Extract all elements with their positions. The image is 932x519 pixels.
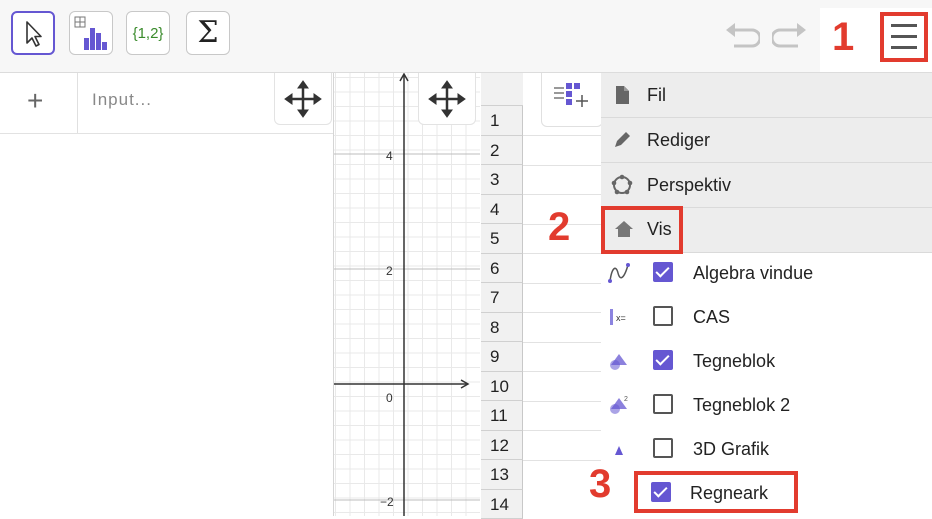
undo-icon[interactable]: [724, 22, 760, 50]
svg-text:2: 2: [624, 396, 628, 403]
y-axis-label: 0: [386, 391, 393, 405]
view-option-graphics-2[interactable]: 2 Tegneblok 2: [601, 383, 932, 427]
menu-item-label: Perspektiv: [647, 175, 731, 196]
algebra-view-icon: [607, 261, 631, 285]
move-tool-button[interactable]: [11, 11, 55, 55]
algebra-move-view-button[interactable]: [274, 73, 332, 125]
checkbox-checked[interactable]: [653, 350, 673, 370]
menu-item-label: Vis: [647, 219, 672, 240]
algebra-input-field[interactable]: Input...: [92, 90, 152, 110]
3d-graphics-icon: [607, 437, 631, 461]
perspective-icon: [611, 174, 633, 196]
row-header[interactable]: 5: [481, 224, 523, 254]
row-header[interactable]: 10: [481, 372, 523, 402]
view-option-label: Tegneblok: [693, 351, 775, 372]
list-tool-button[interactable]: {1,2}: [126, 11, 170, 55]
spreadsheet-style-button[interactable]: [541, 73, 603, 127]
menu-item-file[interactable]: Fil: [601, 73, 932, 118]
pencil-icon: [611, 129, 633, 151]
view-option-label: Tegneblok 2: [693, 395, 790, 416]
add-item-button[interactable]: +: [27, 85, 43, 117]
move-arrows-icon: [275, 77, 331, 121]
y-axis-label: 2: [386, 264, 393, 278]
bar-chart-icon: [70, 12, 112, 54]
checkbox-unchecked[interactable]: [653, 438, 673, 458]
view-option-algebra[interactable]: Algebra vindue: [601, 251, 932, 295]
row-header[interactable]: 9: [481, 342, 523, 372]
cas-view-icon: x=: [607, 305, 631, 329]
move-arrows-icon: [419, 77, 475, 121]
file-icon: [611, 84, 633, 106]
redo-icon[interactable]: [772, 22, 808, 50]
checkbox-checked[interactable]: [653, 262, 673, 282]
row-header[interactable]: 1: [481, 106, 523, 136]
checkbox-unchecked[interactable]: [653, 306, 673, 326]
row-header[interactable]: 13: [481, 460, 523, 490]
y-axis-label: −2: [380, 495, 394, 509]
hamburger-menu-button[interactable]: [880, 12, 928, 62]
view-option-spreadsheet[interactable]: Regneark: [634, 471, 798, 513]
view-option-label: 3D Grafik: [693, 439, 769, 460]
row-header[interactable]: 7: [481, 283, 523, 313]
view-option-3d-graphics[interactable]: 3D Grafik: [601, 427, 932, 471]
menu-item-edit[interactable]: Rediger: [601, 118, 932, 163]
row-header[interactable]: 2: [481, 136, 523, 166]
row-header[interactable]: 3: [481, 165, 523, 195]
home-icon: [613, 218, 635, 240]
cursor-arrow-icon: [13, 13, 53, 53]
menu-item-label: Rediger: [647, 130, 710, 151]
checkbox-unchecked[interactable]: [653, 394, 673, 414]
graphics-view-icon: [607, 349, 631, 373]
spreadsheet-corner-cell: [481, 73, 523, 106]
sum-tool-label: Σ: [187, 15, 229, 50]
graphics2-view-icon: 2: [607, 393, 631, 417]
view-option-label: Algebra vindue: [693, 263, 813, 284]
row-header[interactable]: 11: [481, 401, 523, 431]
row-headers: 1 2 3 4 5 6 7 8 9 10 11 12 13 14: [481, 106, 523, 519]
menu-item-label: Fil: [647, 85, 666, 106]
row-header[interactable]: 4: [481, 195, 523, 225]
view-option-graphics[interactable]: Tegneblok: [601, 339, 932, 383]
step-marker-3: 3: [589, 462, 611, 507]
row-header[interactable]: 8: [481, 313, 523, 343]
row-header[interactable]: 12: [481, 431, 523, 461]
sum-tool-button[interactable]: Σ: [186, 11, 230, 55]
divider: [77, 73, 78, 133]
step-marker-1: 1: [832, 15, 854, 60]
graphics-axes: [334, 73, 480, 516]
list-tool-label: {1,2}: [127, 25, 169, 42]
row-header[interactable]: 6: [481, 254, 523, 284]
svg-text:x=: x=: [616, 313, 626, 323]
step-marker-2: 2: [548, 205, 570, 250]
spreadsheet-style-icon: [552, 81, 592, 111]
view-option-label: CAS: [693, 307, 730, 328]
view-option-label: Regneark: [690, 483, 768, 504]
view-option-cas[interactable]: x= CAS: [601, 295, 932, 339]
menu-item-view[interactable]: Vis: [601, 206, 683, 254]
checkbox-checked[interactable]: [651, 482, 671, 502]
graphics-move-view-button[interactable]: [418, 73, 476, 125]
y-axis-label: 4: [386, 149, 393, 163]
chart-tool-button[interactable]: [69, 11, 113, 55]
algebra-view: + Input...: [0, 73, 334, 516]
menu-item-perspective[interactable]: Perspektiv: [601, 163, 932, 208]
graphics-view[interactable]: 4 2 0 −2: [334, 73, 480, 516]
row-header[interactable]: 14: [481, 490, 523, 519]
